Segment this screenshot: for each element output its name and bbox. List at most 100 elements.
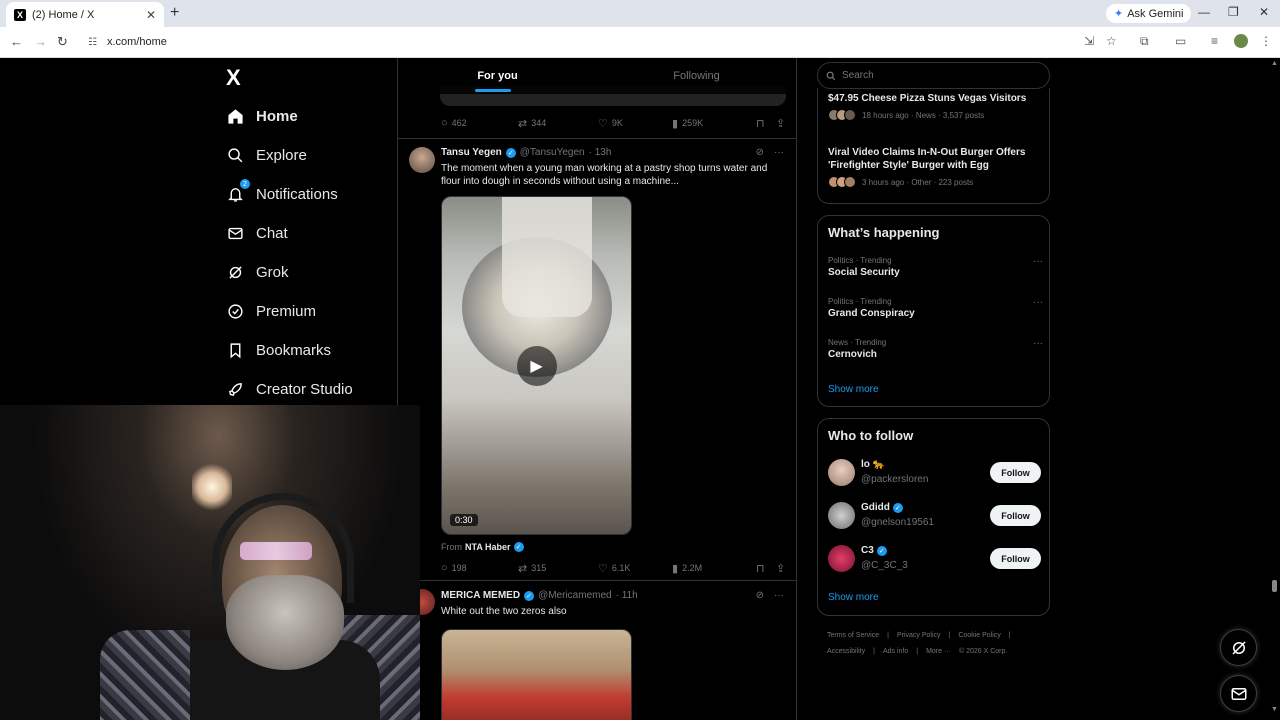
tab-for-you[interactable]: For you [398, 58, 597, 94]
bookmark-button[interactable]: ⊓ [756, 117, 776, 130]
nav-grok-label: Grok [256, 263, 289, 281]
extensions-icon[interactable]: ⧉ [1140, 34, 1149, 49]
trend-item[interactable]: Politics · Trending Grand Conspiracy ··· [828, 297, 1043, 319]
follow-suggestion[interactable]: lo 🐆 @packersloren Follow [828, 459, 1041, 487]
trend-item[interactable]: Politics · Trending Social Security ··· [828, 256, 1043, 278]
post-time[interactable]: · 11h [616, 590, 638, 601]
site-info-icon[interactable]: ☷ [88, 37, 97, 48]
video-player[interactable]: ▶ 0:30 [441, 196, 632, 535]
grok-icon[interactable]: ⊘ [756, 590, 764, 601]
reload-icon[interactable]: ↻ [57, 34, 68, 50]
close-tab-icon[interactable]: ✕ [146, 8, 156, 22]
browser-menu-icon[interactable]: ⋮ [1260, 34, 1272, 48]
follow-button[interactable]: Follow [990, 505, 1041, 526]
nav-home[interactable]: Home [226, 101, 298, 131]
search-input[interactable]: Search [817, 62, 1050, 89]
like-button[interactable]: ♡ 6.1K [598, 562, 672, 575]
new-tab-icon[interactable]: + [170, 4, 179, 22]
author-name[interactable]: Tansu Yegen [441, 147, 502, 158]
media-controls-icon[interactable]: ≡ [1211, 34, 1218, 48]
like-count: 6.1K [611, 563, 631, 573]
news-meta: 3 hours ago · Other · 223 posts [862, 177, 974, 187]
share-button[interactable]: ⇪ [776, 562, 785, 575]
grok-icon[interactable]: ⊘ [756, 147, 764, 158]
post-image[interactable] [441, 629, 632, 720]
nav-chat[interactable]: Chat [226, 218, 288, 248]
tab-title: (2) Home / X [32, 8, 95, 21]
more-link[interactable]: More ··· [926, 648, 951, 655]
webcam-overlay [0, 405, 420, 720]
more-icon[interactable]: ··· [774, 590, 784, 601]
views-button[interactable]: ▮ 2.2M [672, 562, 756, 575]
side-panel-icon[interactable]: ▭ [1175, 34, 1186, 48]
scroll-down-icon[interactable]: ▼ [1271, 706, 1278, 713]
nav-bookmarks[interactable]: Bookmarks [226, 335, 331, 365]
nav-premium[interactable]: Premium [226, 296, 316, 326]
nav-explore[interactable]: Explore [226, 140, 307, 170]
author-name[interactable]: MERICA MEMED [441, 590, 520, 601]
scrollbar-thumb[interactable] [1272, 580, 1277, 592]
play-icon[interactable]: ▶ [516, 345, 557, 386]
bookmark-button[interactable]: ⊓ [756, 562, 776, 575]
terms-link[interactable]: Terms of Service [827, 632, 879, 639]
close-window-icon[interactable]: ✕ [1259, 5, 1269, 19]
avatar[interactable] [828, 545, 855, 572]
tab-following[interactable]: Following [597, 58, 796, 94]
more-icon[interactable]: ··· [1033, 338, 1043, 349]
back-icon[interactable]: ← [10, 34, 23, 49]
views-button[interactable]: ▮ 259K [672, 117, 756, 130]
nav-notifications[interactable]: 2 Notifications [226, 179, 338, 209]
scroll-up-icon[interactable]: ▲ [1271, 60, 1278, 67]
ads-info-link[interactable]: Ads info [883, 648, 908, 655]
avatar[interactable] [828, 502, 855, 529]
x-logo-icon[interactable]: X [226, 65, 241, 91]
ask-gemini-button[interactable]: ✦ Ask Gemini [1106, 4, 1192, 23]
avatar[interactable] [828, 459, 855, 486]
repost-button[interactable]: ⇄ 344 [518, 117, 598, 130]
messages-floating-button[interactable] [1220, 675, 1257, 712]
follow-suggestion[interactable]: C3 ✓ @C_3C_3 Follow [828, 545, 1041, 573]
follow-suggestion[interactable]: Gdidd ✓ @gnelson19561 Follow [828, 502, 1041, 530]
views-icon: ▮ [672, 562, 679, 575]
accessibility-link[interactable]: Accessibility [827, 648, 865, 655]
news-item[interactable]: Viral Video Claims In-N-Out Burger Offer… [828, 146, 1043, 188]
trend-name: Cernovich [828, 349, 877, 360]
post-tansu-yegen[interactable]: Tansu Yegen ✓ @TansuYegen · 13h ⊘ ··· Th… [398, 138, 796, 580]
post-time[interactable]: · 13h [589, 147, 612, 158]
show-more-follow-link[interactable]: Show more [828, 592, 879, 603]
nav-grok[interactable]: Grok [226, 257, 289, 287]
reply-button[interactable]: ○ 198 [441, 562, 518, 574]
follow-button[interactable]: Follow [990, 548, 1041, 569]
more-icon[interactable]: ··· [1033, 256, 1043, 267]
grok-floating-button[interactable] [1220, 629, 1257, 666]
like-button[interactable]: ♡ 9K [598, 117, 672, 130]
avatar[interactable] [409, 147, 435, 173]
nav-creator-studio[interactable]: Creator Studio [226, 374, 353, 404]
ask-gemini-label: Ask Gemini [1127, 7, 1184, 20]
share-button[interactable]: ⇪ [776, 117, 785, 130]
webcam-flannel [100, 630, 190, 720]
browser-tab[interactable]: X (2) Home / X ✕ [6, 2, 164, 27]
nav-home-label: Home [256, 107, 298, 125]
reply-button[interactable]: ○ 462 [441, 117, 518, 129]
cookie-link[interactable]: Cookie Policy [958, 632, 1000, 639]
trend-item[interactable]: News · Trending Cernovich ··· [828, 338, 1043, 360]
profile-avatar[interactable] [1234, 34, 1248, 48]
forward-icon[interactable]: → [34, 34, 47, 49]
news-item[interactable]: $47.95 Cheese Pizza Stuns Vegas Visitors… [828, 92, 1043, 121]
follow-button[interactable]: Follow [990, 462, 1041, 483]
post-merica-memed[interactable]: MERICA MEMED ✓ @Mericamemed · 11h ⊘ ··· … [398, 580, 796, 720]
privacy-link[interactable]: Privacy Policy [897, 632, 941, 639]
author-handle[interactable]: @TansuYegen [520, 147, 585, 158]
url-field[interactable]: ☷ x.com/home [82, 31, 1082, 53]
minimize-icon[interactable]: — [1198, 5, 1210, 19]
author-handle[interactable]: @Mericamemed [538, 590, 612, 601]
show-more-trends-link[interactable]: Show more [828, 384, 879, 395]
more-icon[interactable]: ··· [1033, 297, 1043, 308]
more-icon[interactable]: ··· [774, 147, 784, 158]
install-icon[interactable]: ⇲ [1084, 34, 1094, 48]
from-source[interactable]: NTA Haber [465, 542, 511, 552]
repost-button[interactable]: ⇄ 315 [518, 562, 598, 575]
restore-icon[interactable]: ❐ [1228, 5, 1239, 19]
bookmark-star-icon[interactable]: ☆ [1106, 34, 1117, 48]
